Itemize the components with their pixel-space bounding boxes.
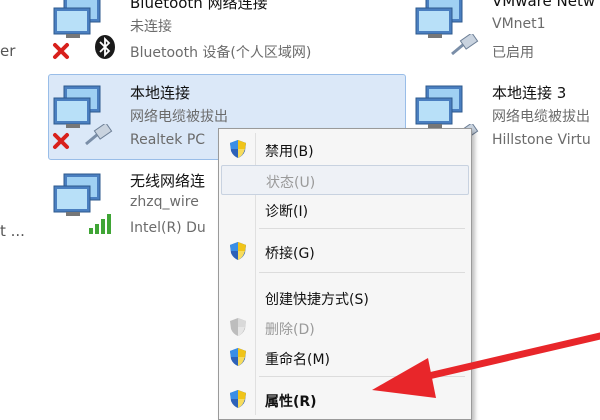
red-annotation-arrow: [372, 332, 600, 398]
